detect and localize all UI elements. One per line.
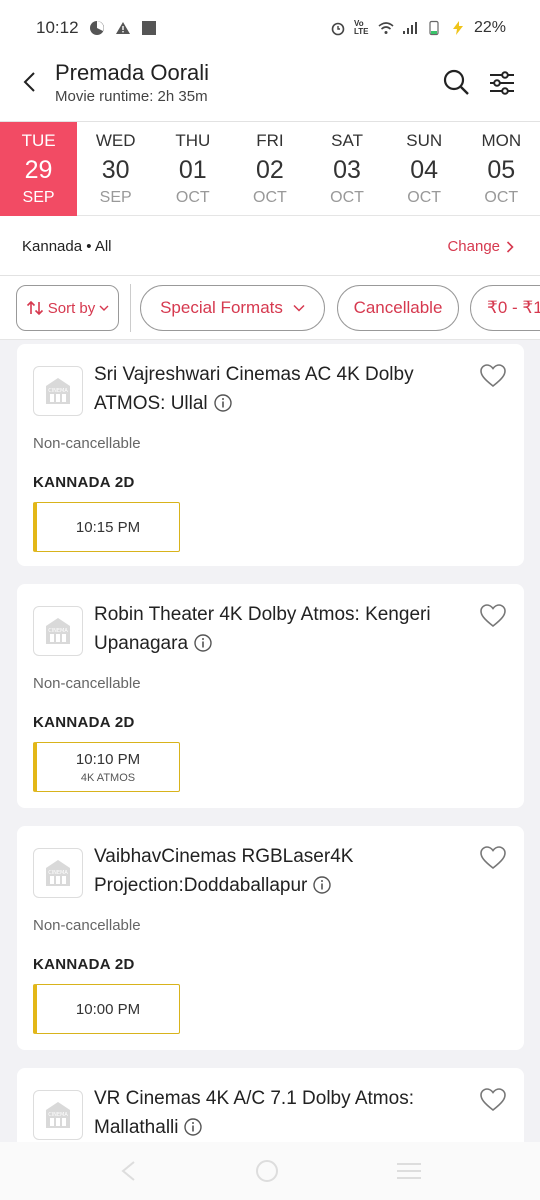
favorite-heart-icon[interactable] [480, 364, 506, 388]
battery-icon [429, 20, 439, 36]
cinema-building-icon: CINEMA [46, 618, 70, 644]
date-tab[interactable]: TUE 29 SEP [0, 122, 78, 216]
showtime-format-tag: 4K ATMOS [80, 771, 136, 784]
info-icon[interactable] [313, 876, 332, 894]
svg-text:CINEMA: CINEMA [48, 1112, 68, 1118]
cancellation-status: Non-cancellable [33, 435, 141, 452]
cinema-logo: CINEMA [33, 606, 83, 656]
cinema-building-icon: CINEMA [46, 860, 70, 886]
cinema-building-icon: CINEMA [46, 378, 70, 404]
date-tab[interactable]: FRI 02 OCT [231, 122, 308, 216]
nav-home-icon[interactable] [255, 1159, 279, 1183]
date-tab[interactable]: THU 01 OCT [154, 122, 231, 216]
date-tab[interactable]: SUN 04 OCT [386, 122, 463, 216]
movie-runtime: Movie runtime: 2h 35m [55, 88, 208, 105]
signal-icon [402, 22, 417, 34]
filter-chips: Sort by Special Formats Cancellable ₹0 -… [0, 276, 540, 340]
filter-sliders-icon[interactable] [488, 70, 516, 96]
chevron-down-icon [99, 305, 109, 311]
showtime-button[interactable]: 10:10 PM 4K ATMOS [33, 742, 180, 792]
date-selector: TUE 29 SEP WED 30 SEP THU 01 OCT FRI 02 OCT SAT 0… [0, 122, 540, 216]
cinema-card[interactable]: CINEMA VR Cinemas 4K A/C 7.1 Dolby Atmos… [17, 1068, 524, 1142]
svg-text:CINEMA: CINEMA [48, 870, 68, 876]
system-nav-bar [0, 1142, 540, 1200]
cinema-name: VaibhavCinemas RGBLaser4K Projection:Dod… [94, 846, 354, 896]
sort-arrows-icon [26, 300, 43, 316]
cancellation-status: Non-cancellable [33, 917, 141, 934]
pie-icon [89, 21, 104, 35]
back-arrow-icon[interactable] [18, 70, 42, 94]
showtime-button[interactable]: 10:15 PM [33, 502, 180, 552]
format-label: KANNADA 2D [33, 474, 135, 491]
price-range-chip[interactable]: ₹0 - ₹100 [470, 285, 540, 331]
volte-label: Vo LTE [353, 19, 369, 36]
chevron-down-icon [293, 304, 305, 312]
status-bar: 10:12 Vo LTE 22% [0, 0, 540, 56]
showtime-button[interactable]: 10:00 PM [33, 984, 180, 1034]
wifi-icon [378, 22, 394, 34]
info-icon[interactable] [194, 634, 212, 652]
square-icon [141, 21, 156, 35]
cinema-building-icon: CINEMA [46, 1102, 70, 1128]
search-icon[interactable] [442, 68, 470, 96]
change-language-button[interactable]: Change [447, 238, 514, 255]
status-time: 10:12 [36, 18, 79, 37]
cinema-name: Robin Theater 4K Dolby Atmos: Kengeri Up… [94, 604, 431, 654]
sort-by-button[interactable]: Sort by [16, 285, 119, 331]
language-bar: Kannada • All Change [0, 216, 540, 276]
page-title: Premada Oorali [55, 60, 210, 85]
app-header: Premada Oorali Movie runtime: 2h 35m [0, 56, 540, 122]
date-tab[interactable]: WED 30 SEP [77, 122, 154, 216]
cinema-logo: CINEMA [33, 366, 83, 416]
svg-text:CINEMA: CINEMA [48, 388, 68, 394]
alarm-icon [331, 22, 345, 36]
info-icon[interactable] [184, 1118, 203, 1136]
favorite-heart-icon[interactable] [480, 604, 506, 628]
cinema-card[interactable]: CINEMA VaibhavCinemas RGBLaser4K Project… [17, 826, 524, 1050]
cinema-name: VR Cinemas 4K A/C 7.1 Dolby Atmos: Malla… [94, 1088, 414, 1138]
favorite-heart-icon[interactable] [480, 846, 506, 870]
cinema-card[interactable]: CINEMA Sri Vajreshwari Cinemas AC 4K Dol… [17, 344, 524, 566]
favorite-heart-icon[interactable] [480, 1088, 506, 1112]
chevron-right-icon [506, 240, 514, 253]
chip-divider [130, 284, 131, 332]
battery-percent: 22% [473, 19, 506, 36]
cinema-logo: CINEMA [33, 848, 83, 898]
format-label: KANNADA 2D [33, 714, 135, 731]
date-tab[interactable]: SAT 03 OCT [309, 122, 386, 216]
special-formats-chip[interactable]: Special Formats [140, 285, 325, 331]
warning-icon [115, 22, 130, 34]
cinema-list: CINEMA Sri Vajreshwari Cinemas AC 4K Dol… [0, 340, 540, 1142]
svg-text:CINEMA: CINEMA [48, 628, 68, 634]
nav-menu-icon[interactable] [396, 1161, 422, 1181]
cinema-name: Sri Vajreshwari Cinemas AC 4K Dolby ATMO… [94, 364, 414, 414]
format-label: KANNADA 2D [33, 956, 135, 973]
language-label: Kannada • All [22, 238, 112, 255]
cinema-card[interactable]: CINEMA Robin Theater 4K Dolby Atmos: Ken… [17, 584, 524, 808]
charging-icon [452, 21, 463, 35]
date-tab[interactable]: MON 05 OCT [463, 122, 540, 216]
cancellable-chip[interactable]: Cancellable [337, 285, 459, 331]
info-icon[interactable] [213, 394, 232, 412]
cinema-logo: CINEMA [33, 1090, 83, 1140]
nav-back-icon[interactable] [118, 1160, 138, 1182]
cancellation-status: Non-cancellable [33, 675, 141, 692]
